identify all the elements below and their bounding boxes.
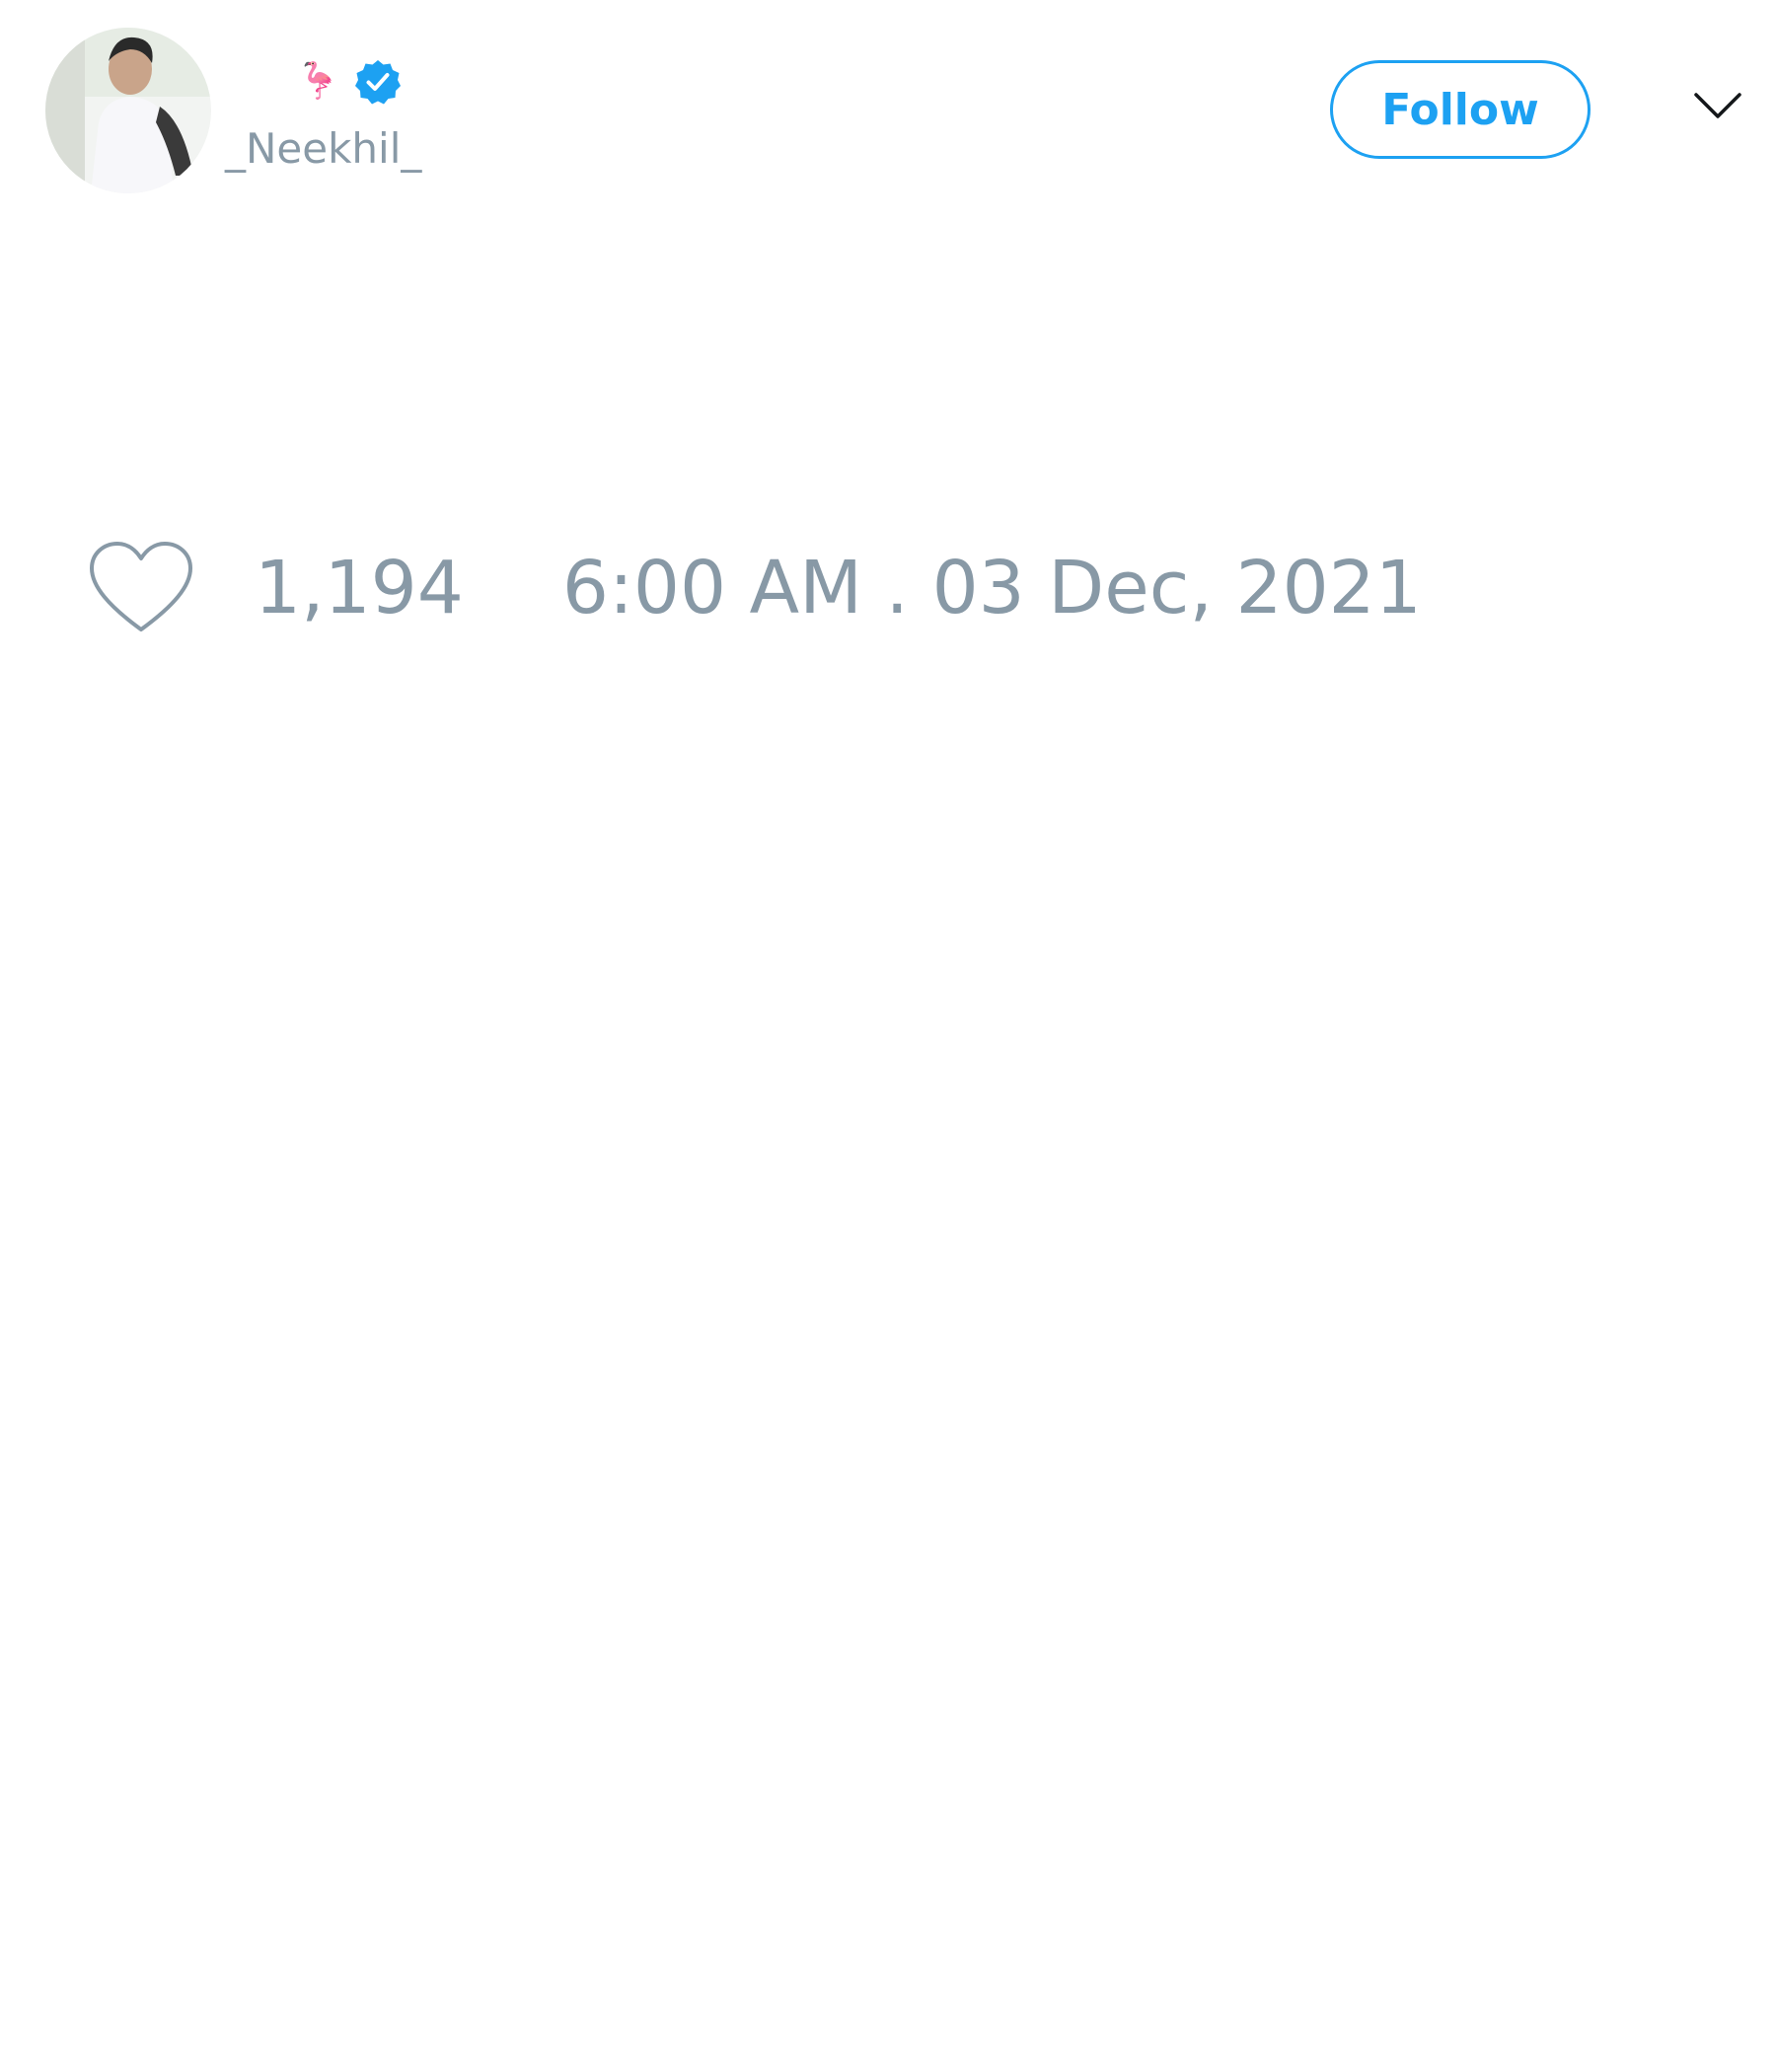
user-handle[interactable]: _Neekhil_ xyxy=(225,124,421,173)
tweet-timestamp[interactable]: 6:00 AM . 03 Dec, 2021 xyxy=(562,546,1422,630)
avatar-photo xyxy=(45,28,211,193)
tweet-header: 🦩 _Neekhil_ Follow xyxy=(0,0,1776,217)
verified-badge-icon xyxy=(354,58,402,106)
display-name[interactable]: 🦩 xyxy=(296,57,402,107)
flamingo-emoji: 🦩 xyxy=(296,61,340,102)
chevron-down-icon[interactable] xyxy=(1693,91,1742,122)
tweet-meta: 1,194 6:00 AM . 03 Dec, 2021 xyxy=(89,541,1422,635)
like-count: 1,194 xyxy=(255,546,464,630)
avatar[interactable] xyxy=(45,28,211,193)
heart-outline-icon[interactable] xyxy=(89,541,193,635)
follow-button[interactable]: Follow xyxy=(1330,60,1591,159)
